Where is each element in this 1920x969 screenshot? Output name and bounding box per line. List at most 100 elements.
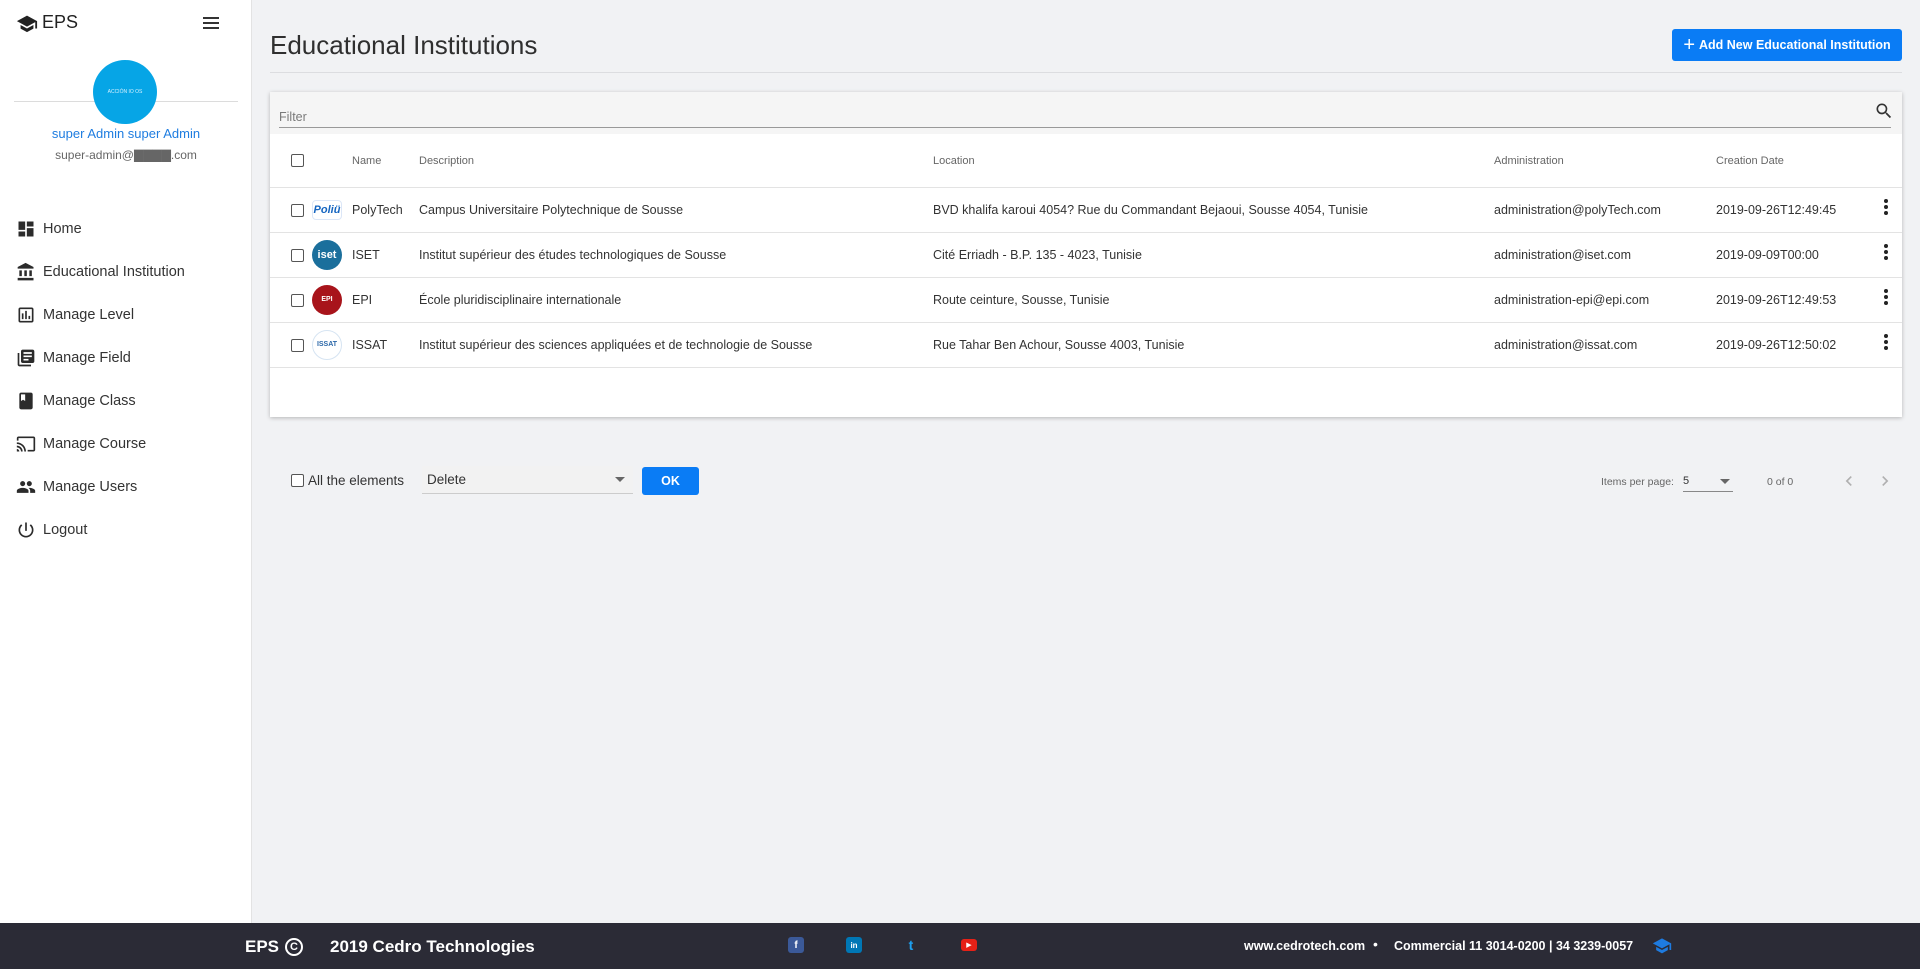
sidebar-item-manage-course[interactable]: Manage Course — [0, 422, 252, 465]
linkedin-icon[interactable]: in — [846, 937, 862, 953]
more-vert-icon[interactable] — [1876, 287, 1896, 309]
all-elements-checkbox[interactable] — [291, 474, 304, 487]
sidebar-item-manage-level[interactable]: Manage Level — [0, 293, 252, 336]
filter-input[interactable] — [279, 107, 1891, 128]
graduation-cap-icon — [16, 15, 38, 32]
institutions-card: Name Description Location Administration… — [270, 92, 1902, 495]
avatar-text: ACCIÓN IO OS — [107, 89, 143, 95]
cell-location: BVD khalifa karoui 4054? Rue du Commanda… — [933, 187, 1494, 233]
cell-administration: administration@iset.com — [1494, 232, 1716, 278]
row-checkbox[interactable] — [291, 293, 304, 307]
add-institution-button[interactable]: + Add New Educational Institution — [1672, 29, 1902, 61]
column-header-creation-date[interactable]: Creation Date — [1716, 135, 1876, 188]
search-icon[interactable] — [1874, 101, 1894, 121]
avatar[interactable]: ACCIÓN IO OS — [93, 60, 157, 124]
sidebar-item-logout[interactable]: Logout — [0, 508, 252, 551]
brand[interactable]: EPS — [16, 12, 78, 33]
column-header-name[interactable]: Name — [352, 135, 419, 188]
plus-icon: + — [1683, 34, 1695, 56]
sidebar-nav: Home Educational Institution Manage Leve… — [0, 207, 252, 551]
cell-creation-date: 2019-09-26T12:49:45 — [1716, 187, 1876, 233]
sidebar-item-label: Manage Level — [43, 306, 135, 323]
cell-name: ISSAT — [352, 322, 419, 368]
footer-website[interactable]: www.cedrotech.com — [1244, 939, 1365, 953]
cell-creation-date: 2019-09-09T00:00 — [1716, 232, 1876, 278]
cell-name: EPI — [352, 277, 419, 323]
row-checkbox[interactable] — [291, 203, 304, 217]
institution-logo: Poliü — [312, 199, 342, 220]
twitter-icon[interactable]: t — [903, 937, 919, 953]
dashboard-icon — [18, 221, 34, 236]
sidebar-item-label: Manage Field — [43, 349, 131, 366]
cell-creation-date: 2019-09-26T12:49:53 — [1716, 277, 1876, 323]
column-header-description[interactable]: Description — [419, 135, 933, 188]
page-title: Educational Institutions — [270, 30, 538, 60]
facebook-icon[interactable]: f — [788, 937, 804, 953]
ok-button[interactable]: OK — [642, 467, 699, 495]
institutions-table: Name Description Location Administration… — [270, 135, 1902, 368]
pagination-range: 0 of 0 — [1767, 476, 1794, 488]
footer-company: 2019 Cedro Technologies — [330, 937, 535, 956]
sidebar-item-label: Manage Users — [43, 478, 138, 495]
items-per-page-select[interactable]: 5 — [1683, 470, 1733, 492]
previous-page-button[interactable] — [1839, 471, 1859, 491]
book-icon — [19, 392, 33, 409]
select-all-checkbox[interactable] — [291, 154, 304, 168]
cell-location: Rue Tahar Ben Achour, Sousse 4003, Tunis… — [933, 322, 1494, 368]
menu-toggle-icon[interactable] — [200, 12, 224, 34]
column-header-location[interactable]: Location — [933, 135, 1494, 188]
chevron-left-icon — [1845, 476, 1852, 486]
sidebar-item-label: Logout — [43, 521, 88, 538]
table-row[interactable]: ISSAT ISSAT Institut supérieur des scien… — [270, 322, 1902, 368]
next-page-button[interactable] — [1875, 471, 1895, 491]
items-per-page-value: 5 — [1683, 475, 1690, 487]
table-row[interactable]: iset ISET Institut supérieur des études … — [270, 232, 1902, 278]
chevron-right-icon — [1882, 476, 1889, 486]
more-vert-icon[interactable] — [1876, 242, 1896, 264]
graduation-cap-icon — [1652, 938, 1672, 954]
footer-phone: Commercial 11 3014-0200 | 34 3239-0057 — [1394, 939, 1634, 953]
sidebar-item-label: Educational Institution — [43, 263, 185, 280]
filter-bar — [270, 92, 1902, 134]
more-vert-icon[interactable] — [1876, 197, 1896, 219]
title-divider — [270, 72, 1902, 73]
sidebar-item-manage-class[interactable]: Manage Class — [0, 379, 252, 422]
column-header-administration[interactable]: Administration — [1494, 135, 1716, 188]
people-icon — [16, 480, 36, 493]
table-footer: All the elements Delete OK Items per pag… — [270, 458, 1902, 502]
sidebar-item-manage-field[interactable]: Manage Field — [0, 336, 252, 379]
sidebar-item-manage-users[interactable]: Manage Users — [0, 465, 252, 508]
all-elements-toggle[interactable]: All the elements — [291, 473, 404, 488]
more-vert-icon[interactable] — [1876, 332, 1896, 354]
institution-icon — [17, 262, 34, 280]
table-row[interactable]: EPI EPI École pluridisciplinaire interna… — [270, 277, 1902, 323]
footer-brand-label: EPS — [245, 937, 280, 956]
footer-brand: EPS C — [245, 937, 304, 957]
cell-location: Route ceinture, Sousse, Tunisie — [933, 277, 1494, 323]
row-checkbox[interactable] — [291, 338, 304, 352]
bulk-action-select[interactable]: Delete — [422, 466, 633, 494]
cell-administration: administration@polyTech.com — [1494, 187, 1716, 233]
sidebar-item-educational-institution[interactable]: Educational Institution — [0, 250, 252, 293]
cell-description: École pluridisciplinaire internationale — [419, 277, 933, 323]
dropdown-arrow-icon — [1720, 479, 1730, 484]
power-icon — [18, 522, 34, 537]
cell-name: PolyTech — [352, 187, 419, 233]
footer-separator: • — [1373, 936, 1378, 952]
brand-label: EPS — [42, 12, 79, 32]
user-name[interactable]: super Admin super Admin — [0, 126, 252, 141]
institution-logo: ISSAT — [312, 329, 342, 360]
cell-location: Cité Erriadh - B.P. 135 - 4023, Tunisie — [933, 232, 1494, 278]
sidebar-item-label: Manage Class — [43, 392, 136, 409]
chart-icon — [18, 307, 34, 322]
institution-logo: iset — [312, 239, 342, 270]
cell-description: Campus Universitaire Polytechnique de So… — [419, 187, 933, 233]
sidebar-item-home[interactable]: Home — [0, 207, 252, 250]
table-header-row: Name Description Location Administration… — [270, 135, 1902, 188]
table-row[interactable]: Poliü PolyTech Campus Universitaire Poly… — [270, 187, 1902, 233]
cell-description: Institut supérieur des études technologi… — [419, 232, 933, 278]
youtube-icon[interactable]: ▶ — [961, 939, 977, 951]
row-checkbox[interactable] — [291, 248, 304, 262]
cell-name: ISET — [352, 232, 419, 278]
cell-creation-date: 2019-09-26T12:50:02 — [1716, 322, 1876, 368]
